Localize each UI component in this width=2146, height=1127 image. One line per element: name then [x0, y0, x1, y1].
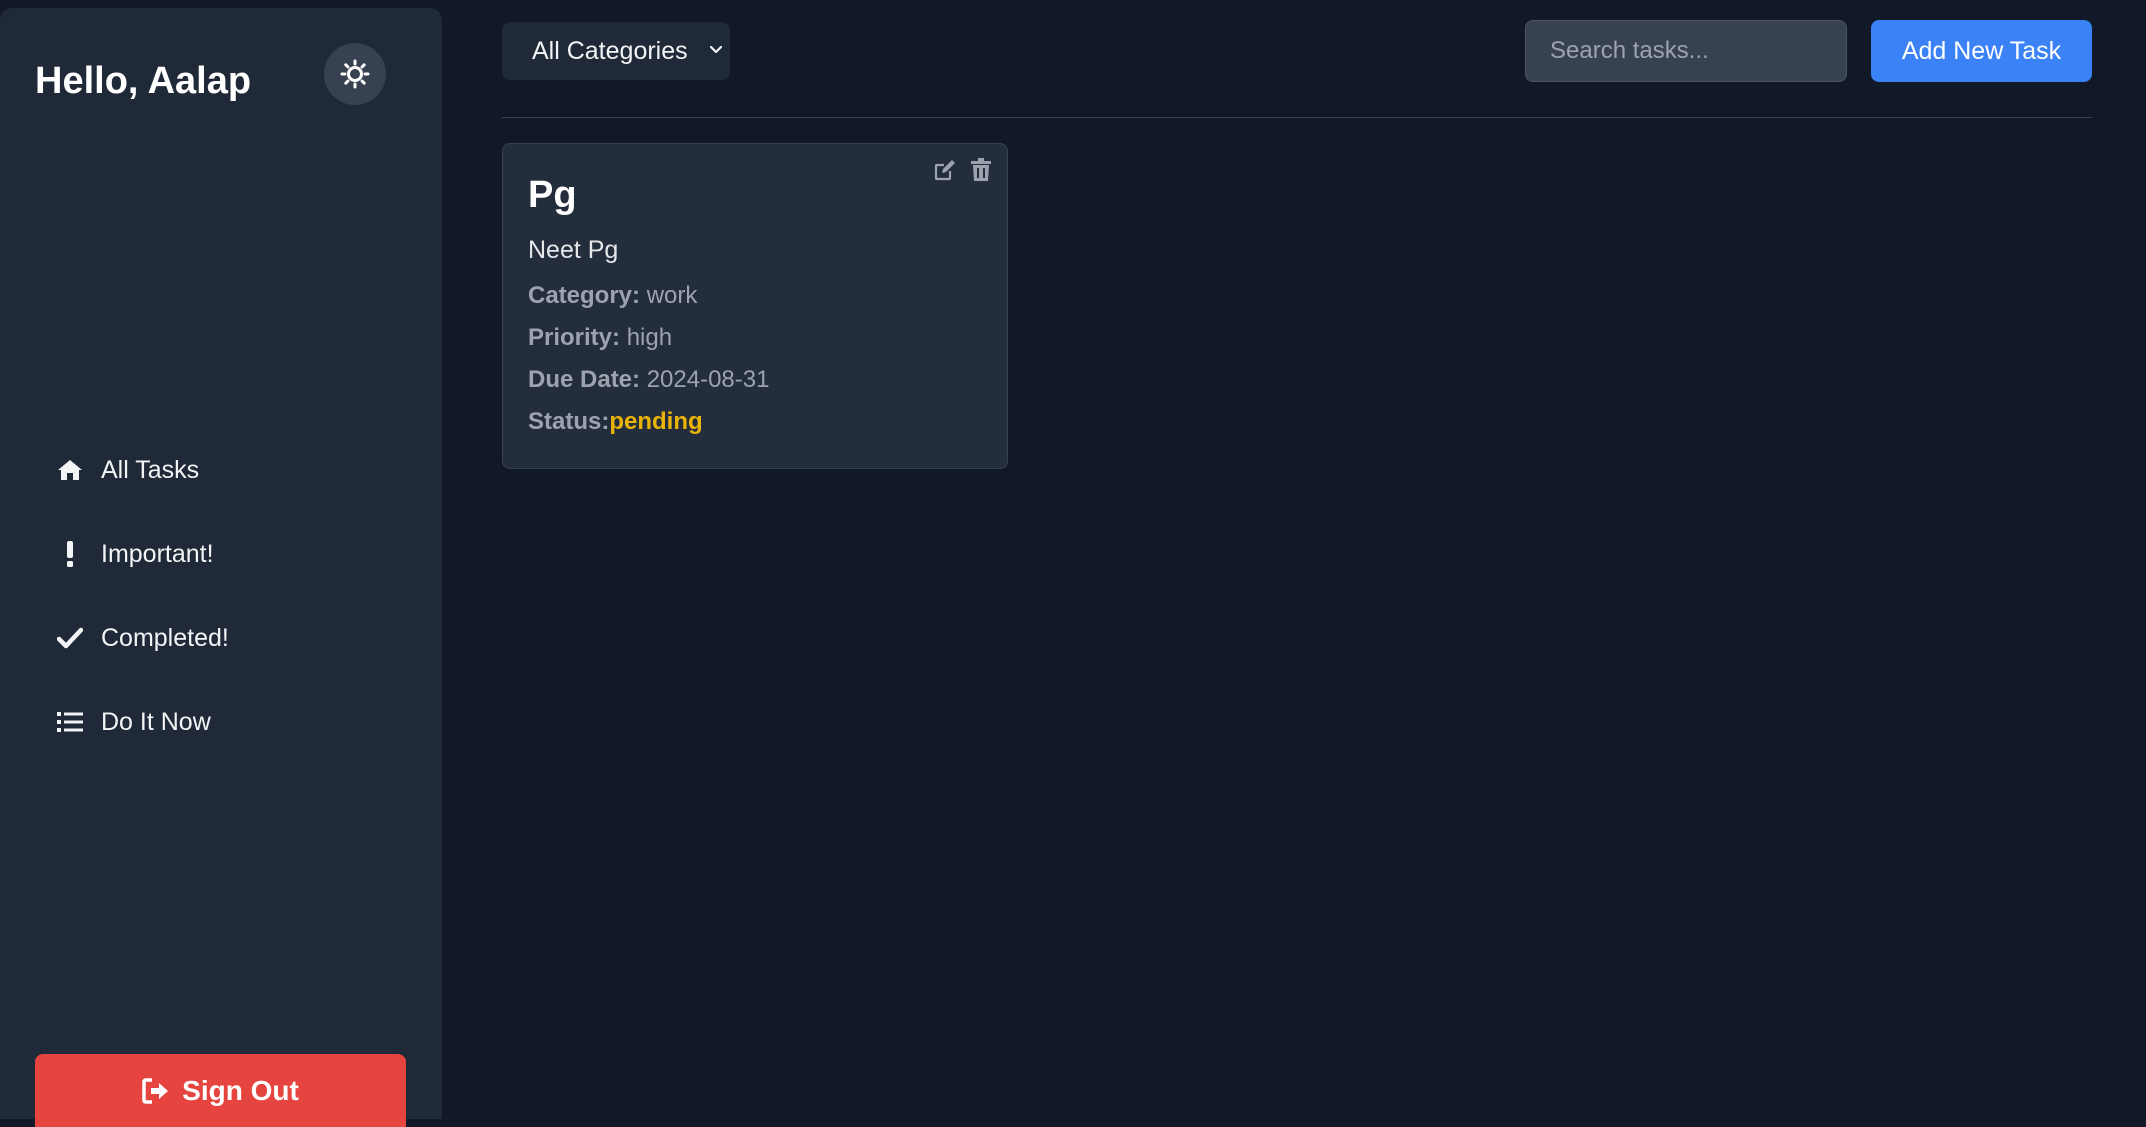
sign-out-icon	[142, 1077, 169, 1104]
sign-out-button[interactable]: Sign Out	[35, 1054, 406, 1127]
task-priority-value: high	[626, 324, 673, 351]
status-badge: pending	[609, 408, 703, 435]
category-select-value: All Categories	[532, 36, 688, 65]
sign-out-label: Sign Out	[182, 1074, 299, 1106]
chevron-down-icon	[709, 45, 723, 54]
sidebar-item-label: Completed!	[101, 623, 229, 652]
task-priority: Priority: high	[528, 324, 672, 352]
sidebar-item-label: All Tasks	[101, 455, 200, 484]
task-due-date-label: Due Date:	[528, 366, 641, 393]
exclamation-icon	[56, 540, 84, 568]
sidebar-item-label: Do It Now	[101, 707, 211, 736]
search-input[interactable]	[1525, 20, 1847, 82]
trash-icon[interactable]	[967, 156, 995, 184]
task-status-label: Status:	[528, 408, 610, 435]
category-select[interactable]: All Categories	[502, 22, 730, 80]
greeting-heading: Hello, Aalap	[35, 60, 252, 102]
divider	[502, 117, 2092, 118]
task-category-label: Category:	[528, 282, 641, 309]
sidebar-item-label: Important!	[101, 539, 214, 568]
add-new-task-label: Add New Task	[1901, 36, 2062, 65]
task-due-date-value: 2024-08-31	[646, 366, 770, 393]
task-actions	[923, 156, 995, 184]
home-icon	[56, 456, 84, 484]
task-description: Neet Pg	[528, 236, 619, 264]
task-category: Category: work	[528, 282, 697, 310]
sidebar-item-do-it-now[interactable]: Do It Now	[56, 680, 229, 764]
theme-toggle-button[interactable]	[324, 43, 386, 105]
sidebar-item-completed[interactable]: Completed!	[56, 596, 229, 680]
task-status: Status:pending	[528, 408, 703, 436]
check-icon	[56, 624, 84, 652]
task-due-date: Due Date: 2024-08-31	[528, 366, 769, 394]
sidebar-item-important[interactable]: Important!	[56, 512, 229, 596]
add-new-task-button[interactable]: Add New Task	[1871, 20, 2092, 82]
list-icon	[56, 708, 84, 736]
edit-icon[interactable]	[931, 156, 959, 184]
sidebar-nav: All Tasks Important! Completed! Do It No…	[56, 428, 229, 764]
sidebar-item-all-tasks[interactable]: All Tasks	[56, 428, 229, 512]
task-priority-label: Priority:	[528, 324, 621, 351]
sun-icon	[340, 59, 370, 89]
task-card: Pg Neet Pg Category: work Priority: high…	[502, 143, 1008, 469]
task-title: Pg	[528, 174, 577, 216]
sidebar: Hello, Aalap All Tasks Important! Comple…	[0, 8, 442, 1127]
task-category-value: work	[646, 282, 698, 309]
